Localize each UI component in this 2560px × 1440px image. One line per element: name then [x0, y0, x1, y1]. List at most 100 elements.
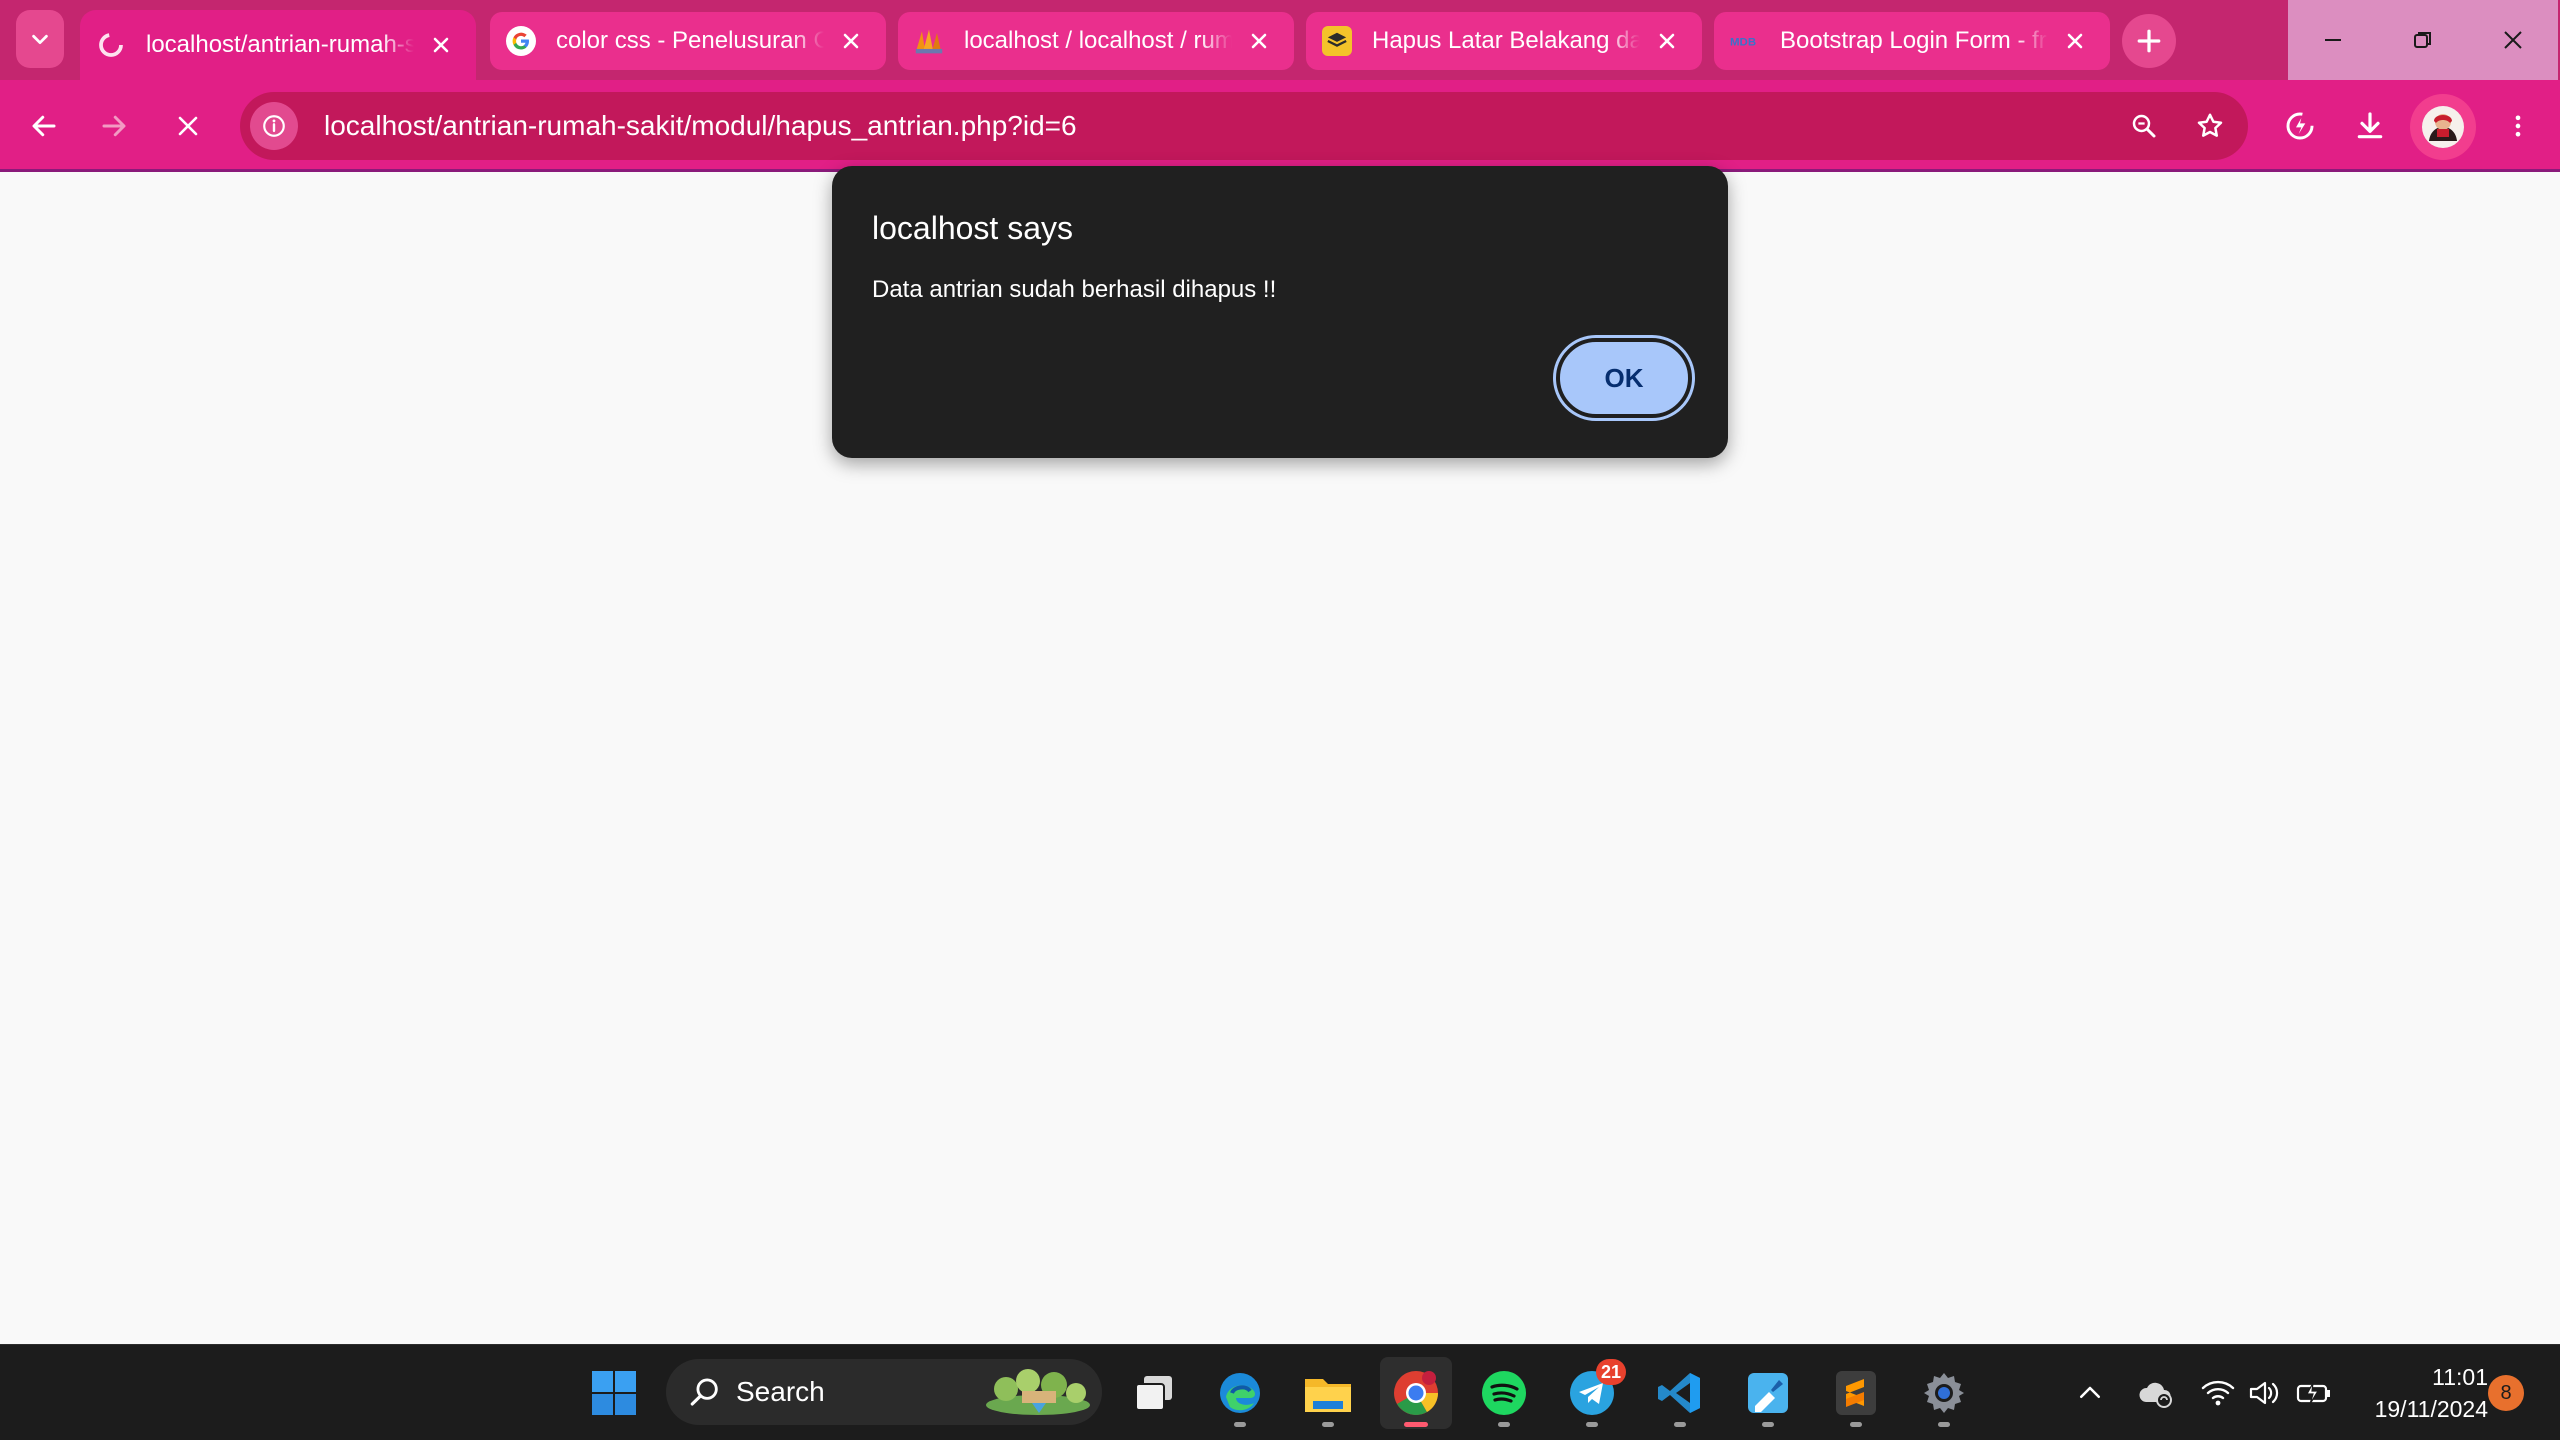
- running-indicator: [1762, 1422, 1774, 1427]
- onedrive-tray[interactable]: [2134, 1371, 2178, 1415]
- tab-title: localhost/antrian-rumah-sakit/modul/hapu…: [146, 31, 414, 58]
- close-window-button[interactable]: [2468, 0, 2558, 80]
- battery-charging-icon: [2296, 1382, 2330, 1405]
- clock-date: 19/11/2024: [2374, 1396, 2488, 1422]
- google-icon: [506, 26, 536, 56]
- profile-avatar[interactable]: [2410, 94, 2476, 160]
- tab-phpmyadmin[interactable]: localhost / localhost / rumah_sakit | ph…: [898, 12, 1294, 70]
- browser-window: localhost/antrian-rumah-sakit/modul/hapu…: [0, 0, 2560, 1440]
- task-view-icon: [1135, 1376, 1172, 1411]
- running-indicator: [1498, 1422, 1510, 1427]
- back-button[interactable]: [12, 94, 76, 158]
- speedometer-icon: [2286, 112, 2314, 140]
- tab-title: localhost / localhost / rumah_sakit | ph…: [964, 27, 1232, 54]
- tab-bootstrap-login[interactable]: MDB Bootstrap Login Form - free examples: [1714, 12, 2110, 70]
- browser-menu-button[interactable]: [2486, 94, 2550, 158]
- telegram-badge: 21: [1595, 1359, 1626, 1385]
- close-tab-icon[interactable]: [1244, 26, 1274, 56]
- chrome-icon: [1394, 1371, 1438, 1415]
- tab-strip: localhost/antrian-rumah-sakit/modul/hapu…: [0, 0, 2560, 80]
- tab-search-button[interactable]: [16, 10, 64, 68]
- taskbar-telegram[interactable]: 21: [1556, 1357, 1628, 1429]
- dialog-title: localhost says: [872, 210, 1073, 246]
- search-icon: [690, 1378, 718, 1406]
- forward-button[interactable]: [82, 94, 146, 158]
- chevron-up-icon: [2080, 1386, 2100, 1398]
- close-tab-icon[interactable]: [1652, 26, 1682, 56]
- windows-taskbar: Search 21 11:01 19/11/2024 8: [0, 1344, 2560, 1440]
- taskbar-clock[interactable]: 11:01 19/11/2024: [2348, 1361, 2488, 1425]
- close-icon: [178, 116, 198, 136]
- search-label: Search: [736, 1376, 825, 1407]
- vscode-icon: [1658, 1373, 1700, 1413]
- close-tab-icon[interactable]: [836, 26, 866, 56]
- performance-button[interactable]: [2268, 94, 2332, 158]
- minimize-icon: [2325, 39, 2341, 41]
- zoom-icon[interactable]: [2116, 98, 2172, 154]
- chevron-down-icon: [32, 34, 48, 45]
- running-indicator: [1586, 1422, 1598, 1427]
- close-tab-icon[interactable]: [2060, 26, 2090, 56]
- windows-icon: [592, 1371, 636, 1415]
- gear-icon: [1924, 1373, 1964, 1413]
- taskbar-task-view[interactable]: [1118, 1357, 1190, 1429]
- mdb-icon: MDB: [1730, 26, 1760, 56]
- new-tab-button[interactable]: [2122, 14, 2176, 68]
- taskbar-sublime-text[interactable]: [1820, 1357, 1892, 1429]
- site-info-icon[interactable]: [250, 102, 298, 150]
- taskbar-spotify[interactable]: [1468, 1357, 1540, 1429]
- more-vertical-icon: [2515, 115, 2521, 137]
- tab-title: color css - Penelusuran Google: [556, 27, 824, 54]
- start-button[interactable]: [578, 1357, 650, 1429]
- volume-tray[interactable]: [2242, 1371, 2286, 1415]
- minimize-button[interactable]: [2288, 0, 2378, 80]
- speaker-icon: [2249, 1381, 2279, 1405]
- running-indicator: [1850, 1422, 1862, 1427]
- arrow-right-icon: [102, 115, 126, 137]
- sublime-icon: [1836, 1371, 1876, 1415]
- taskbar-paint[interactable]: [1732, 1357, 1804, 1429]
- avatar-icon: [2422, 106, 2464, 148]
- address-bar[interactable]: localhost/antrian-rumah-sakit/modul/hapu…: [240, 92, 2248, 160]
- folder-icon: [1305, 1379, 1351, 1412]
- browser-toolbar: localhost/antrian-rumah-sakit/modul/hapu…: [0, 80, 2560, 172]
- dialog-message: Data antrian sudah berhasil dihapus !!: [872, 276, 1277, 303]
- taskbar-file-explorer[interactable]: [1292, 1357, 1364, 1429]
- taskbar-vscode[interactable]: [1644, 1357, 1716, 1429]
- tab-title: Bootstrap Login Form - free examples: [1780, 27, 2048, 54]
- alert-dialog: localhost says Data antrian sudah berhas…: [832, 166, 1728, 458]
- paint-icon: [1748, 1373, 1788, 1413]
- ok-button[interactable]: OK: [1553, 335, 1695, 421]
- running-indicator: [1234, 1422, 1246, 1427]
- wifi-tray[interactable]: [2196, 1371, 2240, 1415]
- downloads-button[interactable]: [2338, 94, 2402, 158]
- spotify-icon: [1482, 1371, 1526, 1415]
- close-tab-icon[interactable]: [426, 30, 456, 60]
- taskbar-settings[interactable]: [1908, 1357, 1980, 1429]
- url-text[interactable]: localhost/antrian-rumah-sakit/modul/hapu…: [324, 110, 2116, 142]
- stop-loading-button[interactable]: [156, 94, 220, 158]
- bookmark-star-icon[interactable]: [2182, 98, 2238, 154]
- running-indicator: [1674, 1422, 1686, 1427]
- tab-antrian[interactable]: localhost/antrian-rumah-sakit/modul/hapu…: [80, 10, 476, 80]
- tab-remove-background[interactable]: Hapus Latar Belakang dari Gambar: [1306, 12, 1702, 70]
- phpmyadmin-icon: [914, 26, 944, 56]
- running-indicator: [1404, 1422, 1428, 1427]
- tab-title: Hapus Latar Belakang dari Gambar: [1372, 27, 1640, 54]
- svg-text:MDB: MDB: [1730, 36, 1756, 48]
- taskbar-search[interactable]: Search: [666, 1359, 1102, 1425]
- tab-google-search[interactable]: color css - Penelusuran Google: [490, 12, 886, 70]
- restore-button[interactable]: [2378, 0, 2468, 80]
- taskbar-chrome[interactable]: [1380, 1357, 1452, 1429]
- notification-badge[interactable]: 8: [2488, 1375, 2524, 1411]
- plus-icon: [2137, 29, 2161, 53]
- show-hidden-icons-button[interactable]: [2068, 1371, 2112, 1415]
- clock-time: 11:01: [2432, 1364, 2488, 1390]
- edge-icon: [1220, 1373, 1260, 1413]
- cloud-sync-icon: [2139, 1382, 2172, 1408]
- battery-tray[interactable]: [2292, 1371, 2336, 1415]
- taskbar-edge[interactable]: [1204, 1357, 1276, 1429]
- wifi-icon: [2201, 1380, 2235, 1406]
- running-indicator: [1938, 1422, 1950, 1427]
- close-icon: [2504, 31, 2522, 49]
